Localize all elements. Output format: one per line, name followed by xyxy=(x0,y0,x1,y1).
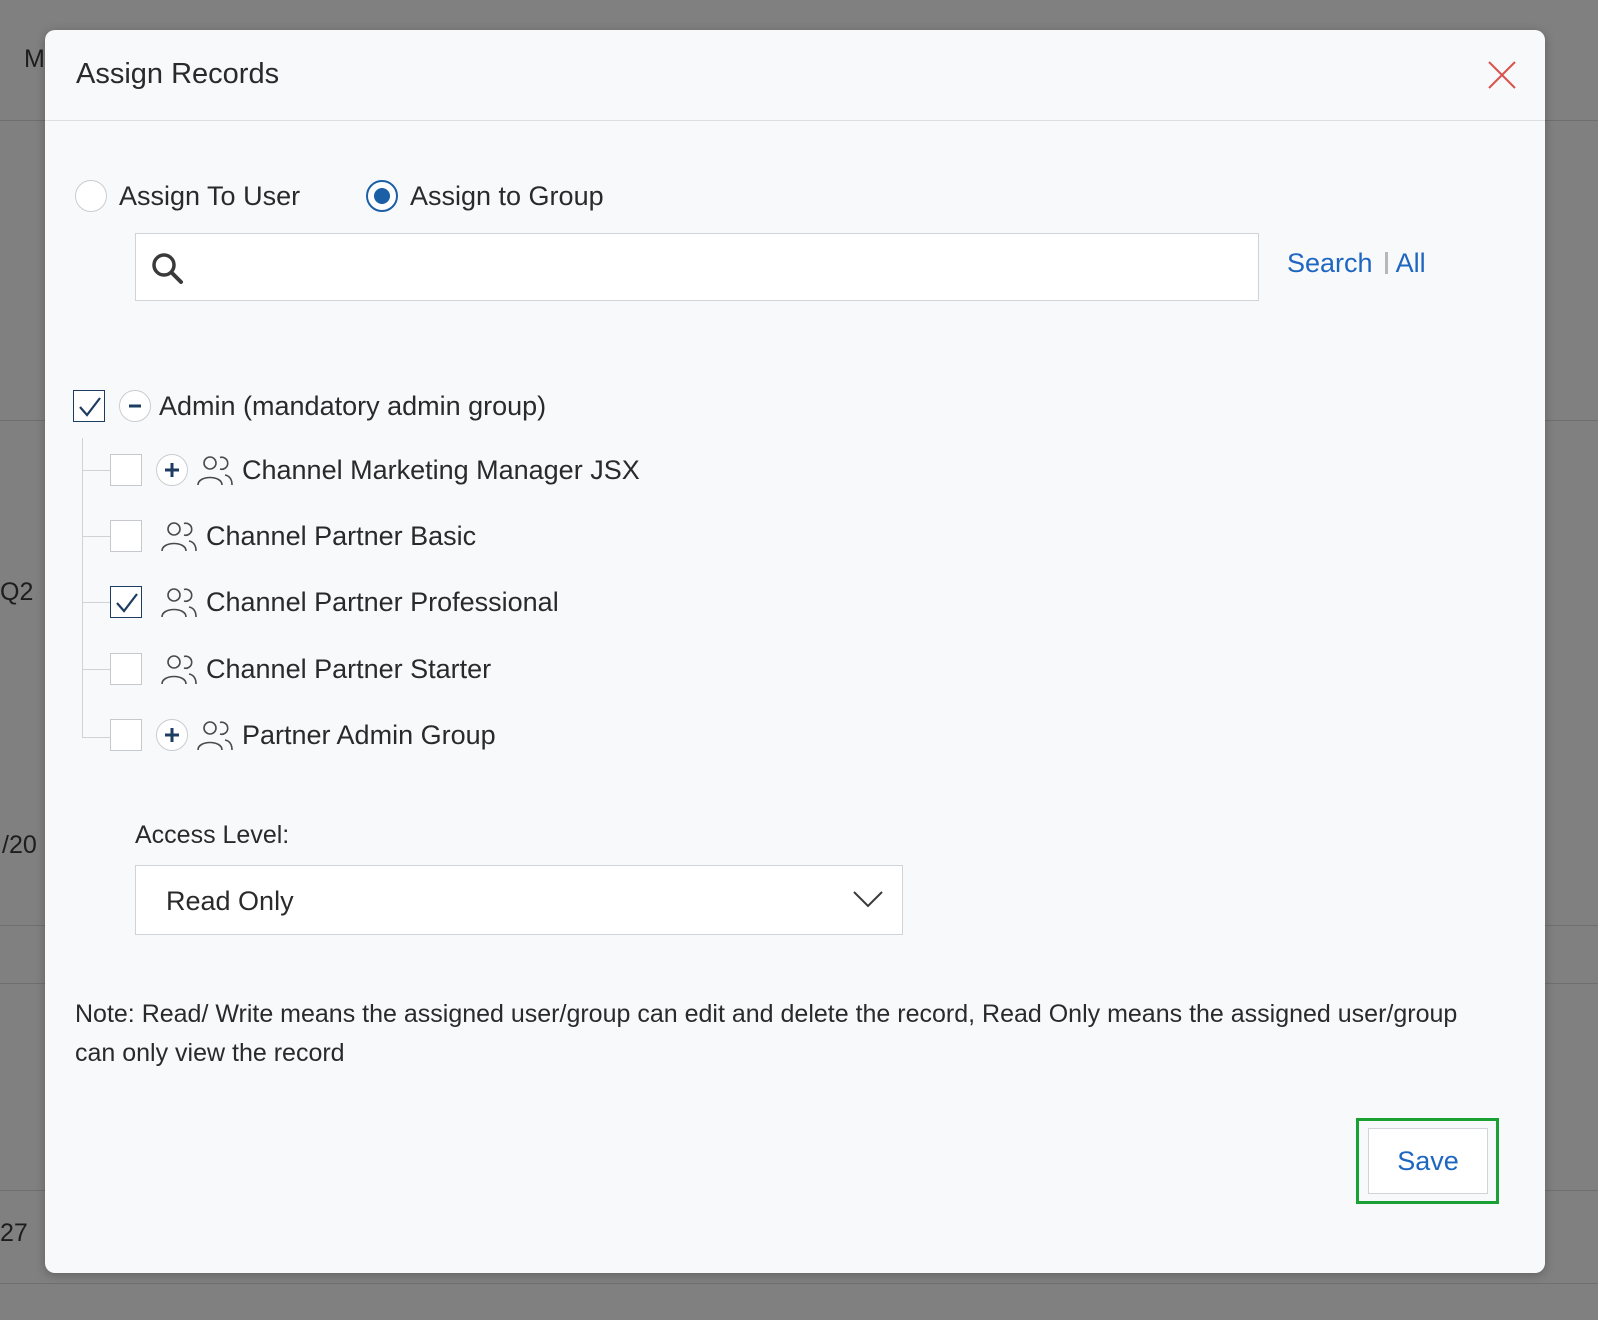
radio-circle-selected xyxy=(366,180,398,212)
radio-label: Assign to Group xyxy=(410,180,604,211)
minus-icon xyxy=(129,404,141,408)
tree-connector xyxy=(82,536,110,537)
chevron-down-icon xyxy=(853,891,883,908)
tree-node-label: Channel Partner Professional xyxy=(206,586,559,617)
close-icon xyxy=(1488,61,1516,89)
radio-circle xyxy=(75,180,107,212)
users-group-icon xyxy=(197,456,233,486)
search-link[interactable]: Search xyxy=(1287,248,1373,278)
save-button[interactable]: Save xyxy=(1368,1128,1488,1194)
tree-node-channel-marketing-manager-jsx: Channel Marketing Manager JSX xyxy=(110,450,640,490)
save-focus-ring: Save xyxy=(1356,1118,1499,1204)
check-icon xyxy=(79,397,101,417)
search-icon xyxy=(152,253,183,284)
checkbox-channel-partner-starter[interactable] xyxy=(110,653,142,685)
tree-connector xyxy=(82,669,110,670)
expand-button[interactable] xyxy=(156,719,188,751)
access-level-select[interactable]: Read Only xyxy=(135,865,903,935)
checkbox-partner-admin-group[interactable] xyxy=(110,719,142,751)
all-link[interactable]: All xyxy=(1396,248,1426,278)
checkbox-channel-partner-professional[interactable] xyxy=(110,586,142,618)
tree-node-label: Partner Admin Group xyxy=(242,719,496,750)
bg-text: Q2 xyxy=(0,578,34,606)
users-group-icon xyxy=(197,721,233,751)
tree-node-channel-partner-starter: Channel Partner Starter xyxy=(110,649,491,689)
plus-icon xyxy=(165,728,179,742)
bg-divider xyxy=(0,1283,1598,1284)
dialog-header: Assign Records xyxy=(45,30,1545,121)
tree-node-partner-admin-group: Partner Admin Group xyxy=(110,715,496,755)
access-note: Note: Read/ Write means the assigned use… xyxy=(75,1000,1458,1067)
tree-node-label: Channel Partner Basic xyxy=(206,520,477,551)
search-field xyxy=(135,233,1259,301)
tree-node-admin: Admin (mandatory admin group) xyxy=(73,386,546,426)
search-links: Search All xyxy=(1287,248,1426,279)
tree-node-label: Admin (mandatory admin group) xyxy=(159,390,547,421)
access-level-value: Read Only xyxy=(166,886,294,916)
users-group-icon xyxy=(161,655,197,685)
checkbox-admin[interactable] xyxy=(73,390,105,422)
tree-connector xyxy=(82,438,83,738)
check-icon xyxy=(116,593,138,613)
link-separator xyxy=(1384,252,1388,274)
tree-node-label: Channel Partner Starter xyxy=(206,653,492,684)
assign-records-dialog: Assign Records Assign To User Assign to … xyxy=(45,30,1545,1273)
bg-text: M xyxy=(24,45,45,73)
checkbox-channel-marketing-manager-jsx[interactable] xyxy=(110,454,142,486)
tree-node-label: Channel Marketing Manager JSX xyxy=(242,454,640,485)
tree-node-channel-partner-professional: Channel Partner Professional xyxy=(110,582,559,622)
users-group-icon xyxy=(161,588,197,618)
users-group-icon xyxy=(161,522,197,552)
expand-button[interactable] xyxy=(156,454,188,486)
plus-icon xyxy=(165,463,179,477)
collapse-button[interactable] xyxy=(119,390,151,422)
close-button[interactable] xyxy=(1485,58,1519,92)
tree-node-channel-partner-basic: Channel Partner Basic xyxy=(110,516,476,556)
checkbox-channel-partner-basic[interactable] xyxy=(110,520,142,552)
tree-connector xyxy=(82,602,110,603)
tree-connector xyxy=(82,470,110,471)
dialog-title: Assign Records xyxy=(76,58,280,90)
radio-assign-to-user[interactable]: Assign To User xyxy=(75,180,300,212)
bg-text: 27 xyxy=(0,1219,28,1247)
search-input[interactable] xyxy=(196,242,1248,294)
radio-label: Assign To User xyxy=(119,180,301,211)
access-level-label: Access Level: xyxy=(135,821,290,849)
bg-text: /20 xyxy=(2,831,37,859)
tree-connector xyxy=(82,737,110,738)
radio-assign-to-group[interactable]: Assign to Group xyxy=(366,180,604,212)
